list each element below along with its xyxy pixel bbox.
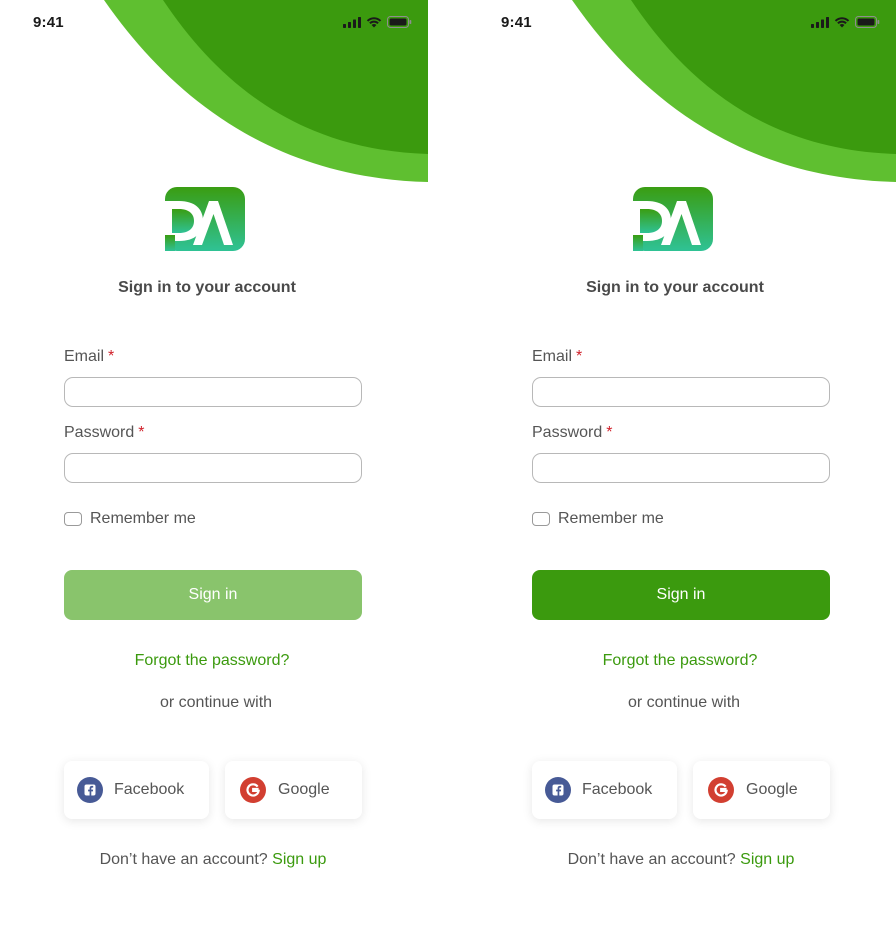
or-continue-with-label: or continue with bbox=[627, 694, 741, 711]
password-label: Password * bbox=[532, 424, 612, 442]
remember-me-label[interactable]: Remember me bbox=[90, 510, 196, 528]
login-screen-enabled: 9:41 Sign in to your account Email * Pas… bbox=[468, 0, 896, 926]
remember-me-row[interactable]: Remember me bbox=[532, 510, 664, 528]
remember-me-checkbox[interactable] bbox=[532, 512, 550, 526]
email-field[interactable] bbox=[64, 377, 362, 407]
facebook-button[interactable]: Facebook bbox=[532, 761, 677, 819]
wifi-icon bbox=[834, 17, 850, 28]
password-label: Password * bbox=[64, 424, 144, 442]
signup-row: Don’t have an account? Sign up bbox=[0, 851, 426, 869]
app-logo bbox=[633, 187, 713, 251]
sign-up-link[interactable]: Sign up bbox=[740, 851, 794, 868]
password-field[interactable] bbox=[64, 453, 362, 483]
battery-icon bbox=[387, 16, 412, 28]
google-icon bbox=[240, 777, 266, 803]
required-marker: * bbox=[606, 424, 613, 441]
google-button[interactable]: Google bbox=[225, 761, 362, 819]
required-marker: * bbox=[576, 348, 583, 365]
decorative-green-blob bbox=[572, 0, 896, 182]
signal-icon bbox=[811, 16, 829, 28]
facebook-icon bbox=[77, 777, 103, 803]
status-time: 9:41 bbox=[501, 14, 532, 31]
sign-in-button[interactable]: Sign in bbox=[64, 570, 362, 620]
or-continue-with-label: or continue with bbox=[159, 694, 273, 711]
email-label-text: Email bbox=[64, 348, 105, 365]
forgot-password-link[interactable]: Forgot the password? bbox=[0, 652, 424, 670]
password-label-text: Password bbox=[64, 424, 135, 441]
facebook-label: Facebook bbox=[582, 781, 653, 798]
google-icon bbox=[708, 777, 734, 803]
required-marker: * bbox=[108, 348, 115, 365]
remember-me-label[interactable]: Remember me bbox=[558, 510, 664, 528]
status-time: 9:41 bbox=[33, 14, 64, 31]
forgot-password-link[interactable]: Forgot the password? bbox=[468, 652, 892, 670]
page-title: Sign in to your account bbox=[118, 279, 296, 296]
status-icons bbox=[343, 16, 412, 28]
login-screen-disabled: 9:41 Sign in to your account Email * Pas… bbox=[0, 0, 428, 926]
signal-icon bbox=[343, 16, 361, 28]
signup-prompt: Don’t have an account? bbox=[99, 851, 268, 868]
facebook-label: Facebook bbox=[114, 781, 185, 798]
required-marker: * bbox=[138, 424, 145, 441]
email-label-text: Email bbox=[532, 348, 573, 365]
remember-me-checkbox[interactable] bbox=[64, 512, 82, 526]
remember-me-row[interactable]: Remember me bbox=[64, 510, 196, 528]
password-label-text: Password bbox=[532, 424, 603, 441]
google-label: Google bbox=[746, 781, 798, 798]
battery-icon bbox=[855, 16, 880, 28]
email-label: Email * bbox=[532, 348, 582, 366]
status-icons bbox=[811, 16, 880, 28]
decorative-green-blob bbox=[104, 0, 428, 182]
facebook-button[interactable]: Facebook bbox=[64, 761, 209, 819]
email-label: Email * bbox=[64, 348, 114, 366]
wifi-icon bbox=[366, 17, 382, 28]
page-title: Sign in to your account bbox=[586, 279, 764, 296]
facebook-icon bbox=[545, 777, 571, 803]
password-field[interactable] bbox=[532, 453, 830, 483]
signup-row: Don’t have an account? Sign up bbox=[468, 851, 894, 869]
sign-up-link[interactable]: Sign up bbox=[272, 851, 326, 868]
signup-prompt: Don’t have an account? bbox=[567, 851, 736, 868]
sign-in-button[interactable]: Sign in bbox=[532, 570, 830, 620]
email-field[interactable] bbox=[532, 377, 830, 407]
google-label: Google bbox=[278, 781, 330, 798]
app-logo bbox=[165, 187, 245, 251]
google-button[interactable]: Google bbox=[693, 761, 830, 819]
